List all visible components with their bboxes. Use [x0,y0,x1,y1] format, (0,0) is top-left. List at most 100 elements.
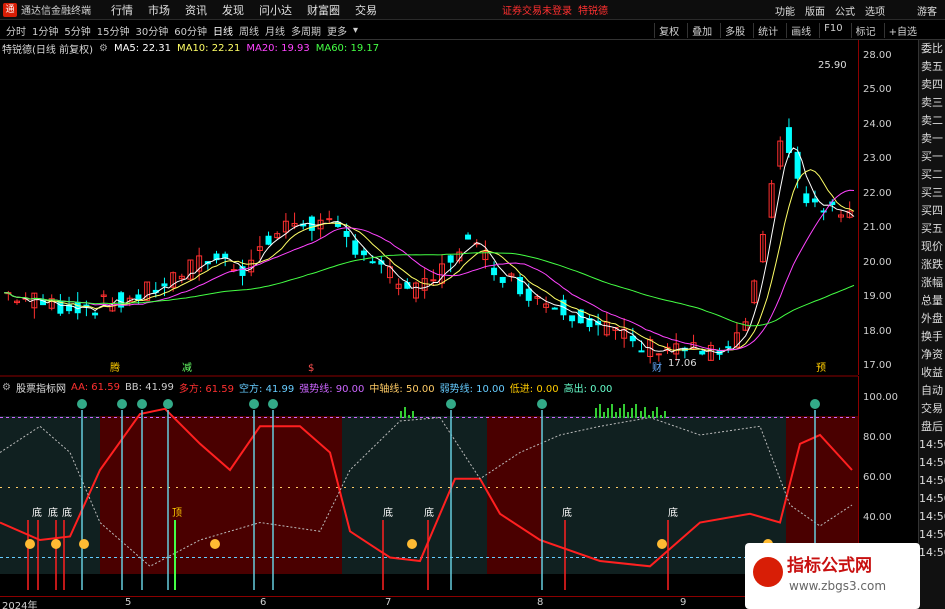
indicator-settings-icon[interactable]: ⚙ [2,382,11,393]
check-icon [268,399,278,409]
strength-bar [603,412,605,418]
price-tick: 21.00 [863,222,892,233]
event-marker: 腾 [110,361,120,374]
high-price-label: 25.90 [818,60,847,71]
date-axis: 2024年 5 6 7 8 9 [0,596,858,609]
ma5-line [3,147,855,354]
indicator-header: ⚙ 股票指标网 AA: 61.59 BB: 41.99 多方: 61.59 空方… [0,380,617,395]
top-label: 顶 [172,507,182,519]
strength-bar [404,407,406,418]
strength-bar [611,404,613,418]
ma10-line [3,169,855,352]
check-icon [117,399,127,409]
event-marker: $ [308,363,314,374]
side-panel-item: 买五 [921,222,943,235]
candle-down [404,282,411,289]
price-tick: 19.00 [863,291,892,302]
event-marker: 财 [652,361,662,374]
candle-down [551,307,558,310]
candle-up [326,218,333,221]
bottom-label: 底 [62,506,72,519]
candle-down [265,235,272,245]
indicator-value: BB: 41.99 [124,381,174,393]
strength-bar [615,412,617,418]
date-tick: 5 [125,597,132,608]
candle-down [343,230,350,237]
side-panel-item: 换手 [921,330,943,343]
quote-side-panel: 委比 卖五 卖四 卖三 卖二 卖一 买一 买二 买三 买四 买五 现价 涨跌 涨幅 总量 外盘 换手 净资 收益 自动… [918,40,945,609]
indicator-name[interactable]: 股票指标网 [16,380,66,395]
side-panel-item: 买四 [921,204,943,217]
low-price-label: 17.06 [668,358,697,369]
side-panel-item: 卖一 [921,132,943,145]
candle-down [794,151,801,179]
side-panel-item: 涨幅 [921,276,943,289]
indicator-zone [0,416,100,574]
side-panel-item: 委比 [921,42,943,55]
strength-bar [627,412,629,418]
strength-bar [400,411,402,418]
strength-bar [635,404,637,418]
indicator-zone [342,416,487,574]
date-tick: 6 [260,597,267,608]
candle-down [803,193,810,204]
side-panel-item: 卖二 [921,114,943,127]
indicator-tick: 40.00 [863,512,892,523]
side-panel-item: 收益 [921,366,943,379]
check-icon [446,399,456,409]
indicator-value: 空方: 41.99 [239,383,295,395]
indicator-value: 强势线: 90.00 [299,383,365,395]
candle-down [57,300,64,314]
strength-bar [660,415,662,418]
side-panel-item: 卖五 [921,60,943,73]
watermark-title: 指标公式网 [787,556,872,576]
side-panel-item: 买二 [921,168,943,181]
indicator-tick: 80.00 [863,432,892,443]
watermark-url: www.zbgs3.com [789,579,887,593]
bottom-label: 底 [424,506,434,519]
side-panel-item: 14:50 [919,528,945,541]
bottom-label: 底 [383,506,393,519]
candle-down [447,255,454,263]
strength-bar [648,415,650,418]
strength-bar [623,404,625,418]
strength-bar [656,407,658,418]
side-panel-item: 买三 [921,186,943,199]
candle-up [655,353,662,356]
strength-bar [412,411,414,418]
strength-bar [619,408,621,418]
side-panel-item: 14:50 [919,438,945,451]
event-marker: 预 [816,362,826,374]
price-tick: 24.00 [863,119,892,130]
bottom-label: 底 [562,506,572,519]
side-panel-item: 14:50 [919,456,945,469]
candle-down [525,288,532,301]
side-panel-item: 14:50 [919,492,945,505]
price-tick: 17.00 [863,360,892,371]
date-tick: 9 [680,597,687,608]
guest-user[interactable]: 游客 [917,3,937,18]
side-panel-item: 卖四 [921,78,943,91]
candle-down [465,234,472,240]
side-panel-item: 现价 [921,240,943,253]
check-icon [163,399,173,409]
bottom-label: 底 [32,506,42,519]
indicator-value: AA: 61.59 [70,381,120,393]
add-watchlist-button[interactable]: +自选 [883,23,917,38]
candle-down [352,240,359,255]
check-icon [137,399,147,409]
kline-chart[interactable]: 25.9017.06腾减 $ 财预底底底底底底底顶 [0,0,858,596]
candle-down [369,261,376,264]
price-tick: 20.00 [863,257,892,268]
check-icon [810,399,820,409]
candle-down [785,127,792,153]
candle-down [360,250,367,256]
menu-options[interactable]: 选项 [865,3,885,18]
indicator-value: 低进: 0.00 [509,383,559,395]
strength-bar [595,408,597,418]
strength-bar [408,415,410,418]
candle-down [92,312,99,316]
side-panel-item: 交易 [921,402,943,415]
price-tick: 23.00 [863,153,892,164]
side-panel-item: 14:50 [919,510,945,523]
